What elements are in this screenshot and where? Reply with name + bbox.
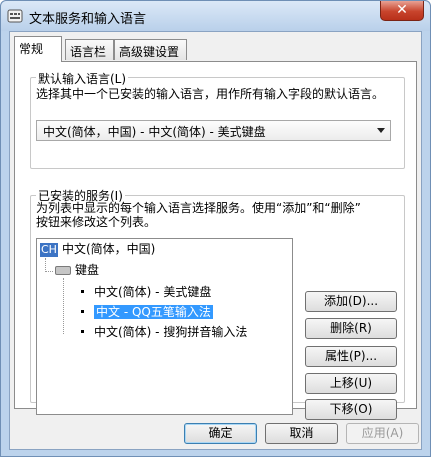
cancel-button[interactable]: 取消 (265, 423, 338, 444)
tab-language-bar-label: 语言栏 (70, 45, 107, 59)
tree-connector (45, 271, 53, 272)
apply-button-label: 应用(A) (361, 426, 404, 440)
apply-button[interactable]: 应用(A) (346, 423, 419, 444)
add-button[interactable]: 添加(D)... (305, 291, 397, 312)
add-button-label: 添加(D)... (323, 294, 379, 308)
general-tab-panel: 默认输入语言(L) 选择其中一个已安装的输入语言，用作所有输入字段的默认语言。 … (14, 61, 417, 420)
tab-language-bar[interactable]: 语言栏 (65, 39, 114, 60)
tree-connector (45, 258, 46, 272)
properties-button[interactable]: 属性(P)... (305, 346, 397, 367)
dialog-window: 文本服务和输入语言 ✕ 常规 语言栏 高级键设置 默认输入语言(L) 选择其中一… (0, 0, 431, 457)
service-label: 中文(简体) - 搜狗拼音输入法 (94, 325, 248, 339)
default-language-label: 默认输入语言(L) (36, 70, 129, 87)
move-down-button-label: 下移(O) (329, 402, 373, 416)
keyboard-app-icon (7, 9, 23, 23)
tab-general[interactable]: 常规 (14, 36, 62, 62)
close-button[interactable]: ✕ (380, 1, 424, 21)
tree-item-service-selected[interactable]: 中文 - QQ五笔输入法 (81, 305, 213, 320)
cancel-button-label: 取消 (289, 426, 314, 440)
move-up-button-label: 上移(U) (329, 376, 373, 390)
service-label: 中文(简体) - 美式键盘 (94, 285, 212, 299)
close-icon: ✕ (396, 2, 408, 18)
default-language-selected: 中文(简体，中国) - 中文(简体) - 美式键盘 (43, 125, 266, 139)
move-up-button[interactable]: 上移(U) (305, 373, 397, 394)
tree-item-service[interactable]: 中文(简体) - 美式键盘 (81, 285, 211, 300)
window-title: 文本服务和输入语言 (29, 12, 147, 27)
remove-button[interactable]: 删除(R) (305, 318, 397, 339)
default-language-select[interactable]: 中文(简体，中国) - 中文(简体) - 美式键盘 (36, 120, 391, 141)
installed-services-description-2: 按钮来修改这个列表。 (36, 215, 157, 229)
title-bar[interactable]: 文本服务和输入语言 ✕ (1, 1, 430, 31)
chevron-down-icon (377, 128, 385, 133)
service-label: 中文 - QQ五笔输入法 (94, 305, 213, 319)
properties-button-label: 属性(P)... (324, 349, 378, 363)
tree-item-service[interactable]: 中文(简体) - 搜狗拼音输入法 (81, 325, 247, 340)
tab-advanced-key-settings-label: 高级键设置 (119, 45, 180, 59)
tree-item-language[interactable]: CH 中文(简体，中国) (40, 242, 155, 257)
ok-button[interactable]: 确定 (184, 423, 257, 444)
language-badge: CH (40, 243, 58, 257)
remove-button-label: 删除(R) (330, 321, 372, 335)
tab-advanced-key-settings[interactable]: 高级键设置 (114, 39, 187, 60)
tree-item-keyboard-group[interactable]: 键盘 (55, 263, 99, 278)
bullet-icon (81, 309, 84, 313)
keyboard-icon (55, 266, 71, 275)
bullet-icon (81, 289, 84, 293)
ok-button-label: 确定 (208, 426, 233, 440)
dialog-client-area: 常规 语言栏 高级键设置 默认输入语言(L) 选择其中一个已安装的输入语言，用作… (9, 31, 422, 450)
default-language-description: 选择其中一个已安装的输入语言，用作所有输入字段的默认语言。 (36, 87, 385, 101)
tree-group-label: 键盘 (75, 263, 100, 277)
move-down-button[interactable]: 下移(O) (305, 399, 397, 420)
tab-general-label: 常规 (19, 42, 44, 56)
tree-language-label: 中文(简体，中国) (61, 242, 156, 256)
installed-services-description-1: 为列表中显示的每个输入语言选择服务。使用“添加”和“删除” (36, 201, 361, 215)
tree-connector (63, 278, 64, 334)
bullet-icon (81, 329, 84, 333)
installed-services-tree[interactable]: CH 中文(简体，中国) 键盘 中文(简体) - 美式键盘 中文 - QQ五笔输入… (36, 238, 293, 415)
